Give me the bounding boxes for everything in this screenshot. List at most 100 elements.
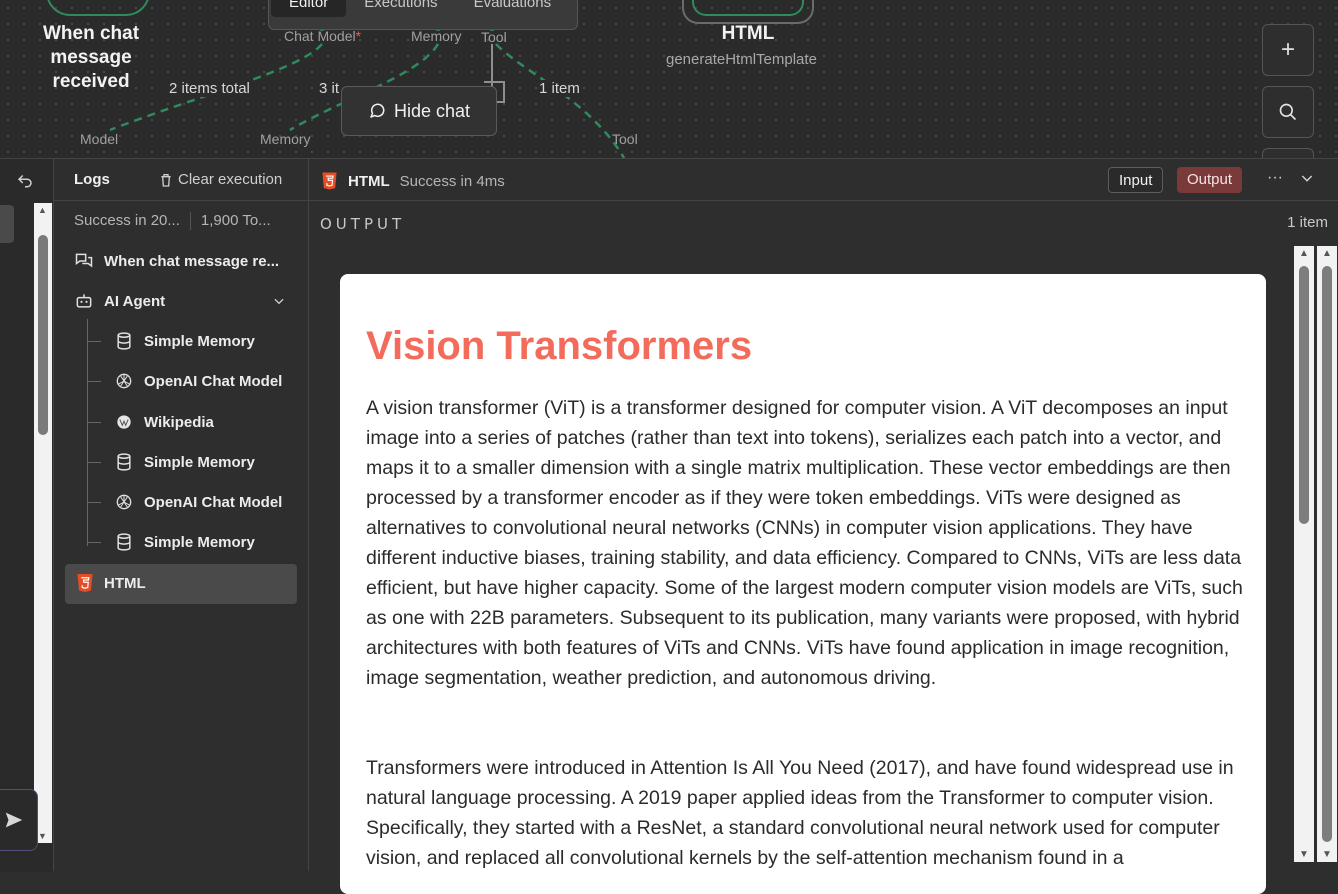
summary-status: Success in 20... (74, 212, 180, 229)
tab-evaluations[interactable]: Evaluations (456, 0, 570, 17)
more-options-icon[interactable]: ··· (1267, 169, 1283, 187)
editor-tabs: Editor Executions Evaluations (268, 0, 578, 30)
preview-heading: Vision Transformers (366, 324, 753, 368)
sub-label-memory: Memory (260, 131, 311, 147)
log-item-simple-memory-1[interactable]: Simple Memory (114, 331, 255, 351)
chat-tab[interactable] (0, 205, 14, 243)
tree-branch (87, 502, 101, 503)
log-item-label: Simple Memory (144, 453, 255, 471)
workflow-canvas[interactable]: When chat message received Editor Executi… (0, 0, 1338, 158)
chat-scrollbar[interactable]: ▲ ▼ (34, 203, 52, 843)
tree-branch (87, 381, 101, 382)
search-button[interactable] (1262, 86, 1314, 138)
database-icon (117, 453, 131, 471)
log-item-label: Simple Memory (144, 533, 255, 551)
scroll-thumb[interactable] (1322, 266, 1332, 842)
tab-editor[interactable]: Editor (271, 0, 347, 17)
divider (189, 212, 191, 230)
tree-branch (87, 462, 101, 463)
log-item-openai-chat-model-1[interactable]: OpenAI Chat Model (114, 371, 282, 391)
output-section-label: OUTPUT (320, 215, 406, 233)
clear-execution-button[interactable]: Clear execution (158, 171, 282, 188)
log-item-label: Simple Memory (144, 332, 255, 350)
tree-branch (87, 341, 101, 342)
port-memory: Memory (411, 28, 462, 44)
input-toggle-button[interactable]: Input (1108, 167, 1164, 193)
output-status: Success in 4ms (399, 172, 505, 190)
scroll-down-icon[interactable]: ▼ (38, 831, 47, 841)
output-item-count: 1 item (1287, 214, 1328, 231)
trigger-node-title: When chat message received (42, 23, 140, 92)
edge-label-memory: 3 it (317, 80, 342, 97)
output-node-name: HTML (348, 172, 390, 190)
scroll-thumb[interactable] (1299, 266, 1309, 524)
send-button[interactable] (0, 789, 38, 851)
clear-execution-label: Clear execution (178, 171, 283, 188)
scroll-up-icon[interactable]: ▲ (1322, 248, 1332, 259)
preview-paragraph-1: A vision transformer (ViT) is a transfor… (366, 397, 1243, 689)
output-panel: HTML Success in 4ms Input Output ··· OUT… (309, 158, 1338, 894)
summary-tokens: 1,900 To... (200, 212, 271, 229)
html-preview: Vision Transformers A vision transformer… (340, 274, 1266, 894)
trash-icon (161, 173, 171, 187)
scroll-up-icon[interactable]: ▲ (38, 205, 47, 215)
scroll-up-icon[interactable]: ▲ (1299, 248, 1309, 259)
search-icon (1279, 103, 1297, 121)
trigger-node[interactable] (46, 0, 150, 16)
divider (309, 200, 1338, 201)
canvas-control-button[interactable] (1262, 148, 1314, 158)
log-item-label: HTML (104, 574, 146, 592)
output-toggle-button[interactable]: Output (1177, 167, 1243, 193)
zoom-in-button[interactable]: + (1262, 24, 1314, 76)
logs-title: Logs (74, 171, 110, 188)
edge-label-tool: 1 item (537, 80, 582, 97)
chevron-down-icon[interactable] (272, 294, 286, 308)
sub-label-tool: Tool (612, 131, 638, 147)
log-item-chat-trigger[interactable]: When chat message re... (74, 251, 279, 271)
logs-panel: Logs Clear execution Success in 20... 1,… (53, 158, 310, 871)
log-item-ai-agent[interactable]: AI Agent (74, 291, 286, 311)
send-icon (5, 812, 23, 828)
openai-icon (116, 494, 132, 510)
scroll-thumb[interactable] (38, 235, 48, 435)
scroll-down-icon[interactable]: ▼ (1322, 849, 1332, 860)
port-tool: Tool (481, 29, 507, 45)
log-item-html[interactable]: HTML (76, 573, 146, 593)
plus-icon: + (1280, 36, 1295, 63)
chat-icon (75, 253, 93, 268)
panel-scrollbar[interactable]: ▲ ▼ (1317, 246, 1337, 862)
hide-chat-button[interactable]: Hide chat (341, 86, 497, 136)
log-item-label: Wikipedia (144, 413, 214, 431)
log-item-wikipedia[interactable]: Wikipedia (114, 412, 214, 432)
preview-scrollbar[interactable]: ▲ ▼ (1294, 246, 1314, 862)
divider (54, 200, 310, 201)
connection-edges (109, 23, 626, 158)
log-item-openai-chat-model-2[interactable]: OpenAI Chat Model (114, 492, 282, 512)
chat-panel-strip: ▲ ▼ (0, 158, 53, 872)
html-node-subtitle: generateHtmlTemplate (666, 51, 817, 68)
log-item-label: When chat message re... (104, 252, 280, 270)
port-chat-model: Chat Model* (284, 28, 362, 44)
log-item-simple-memory-2[interactable]: Simple Memory (114, 452, 255, 472)
sub-label-model: Model (80, 131, 119, 147)
html5-icon (77, 574, 93, 592)
tree-branch (87, 422, 101, 423)
log-item-label: OpenAI Chat Model (144, 493, 283, 511)
html5-icon (322, 172, 337, 190)
log-item-simple-memory-3[interactable]: Simple Memory (114, 532, 255, 552)
scroll-down-icon[interactable]: ▼ (1299, 849, 1309, 860)
edge-label-model: 2 items total (167, 80, 252, 97)
undo-icon[interactable] (16, 171, 34, 194)
run-summary: Success in 20... 1,900 To... (74, 212, 271, 230)
output-header: HTML Success in 4ms (321, 171, 505, 191)
preview-paragraph-2: Transformers were introduced in Attentio… (366, 757, 1234, 869)
chevron-down-icon[interactable] (1299, 170, 1315, 186)
database-icon (117, 533, 131, 551)
log-item-label: OpenAI Chat Model (144, 372, 283, 390)
robot-icon (76, 294, 92, 308)
html-node-inner (692, 0, 804, 16)
tab-executions[interactable]: Executions (346, 0, 455, 17)
wikipedia-icon (117, 415, 131, 429)
tree-branch (87, 542, 101, 543)
database-icon (117, 332, 131, 350)
